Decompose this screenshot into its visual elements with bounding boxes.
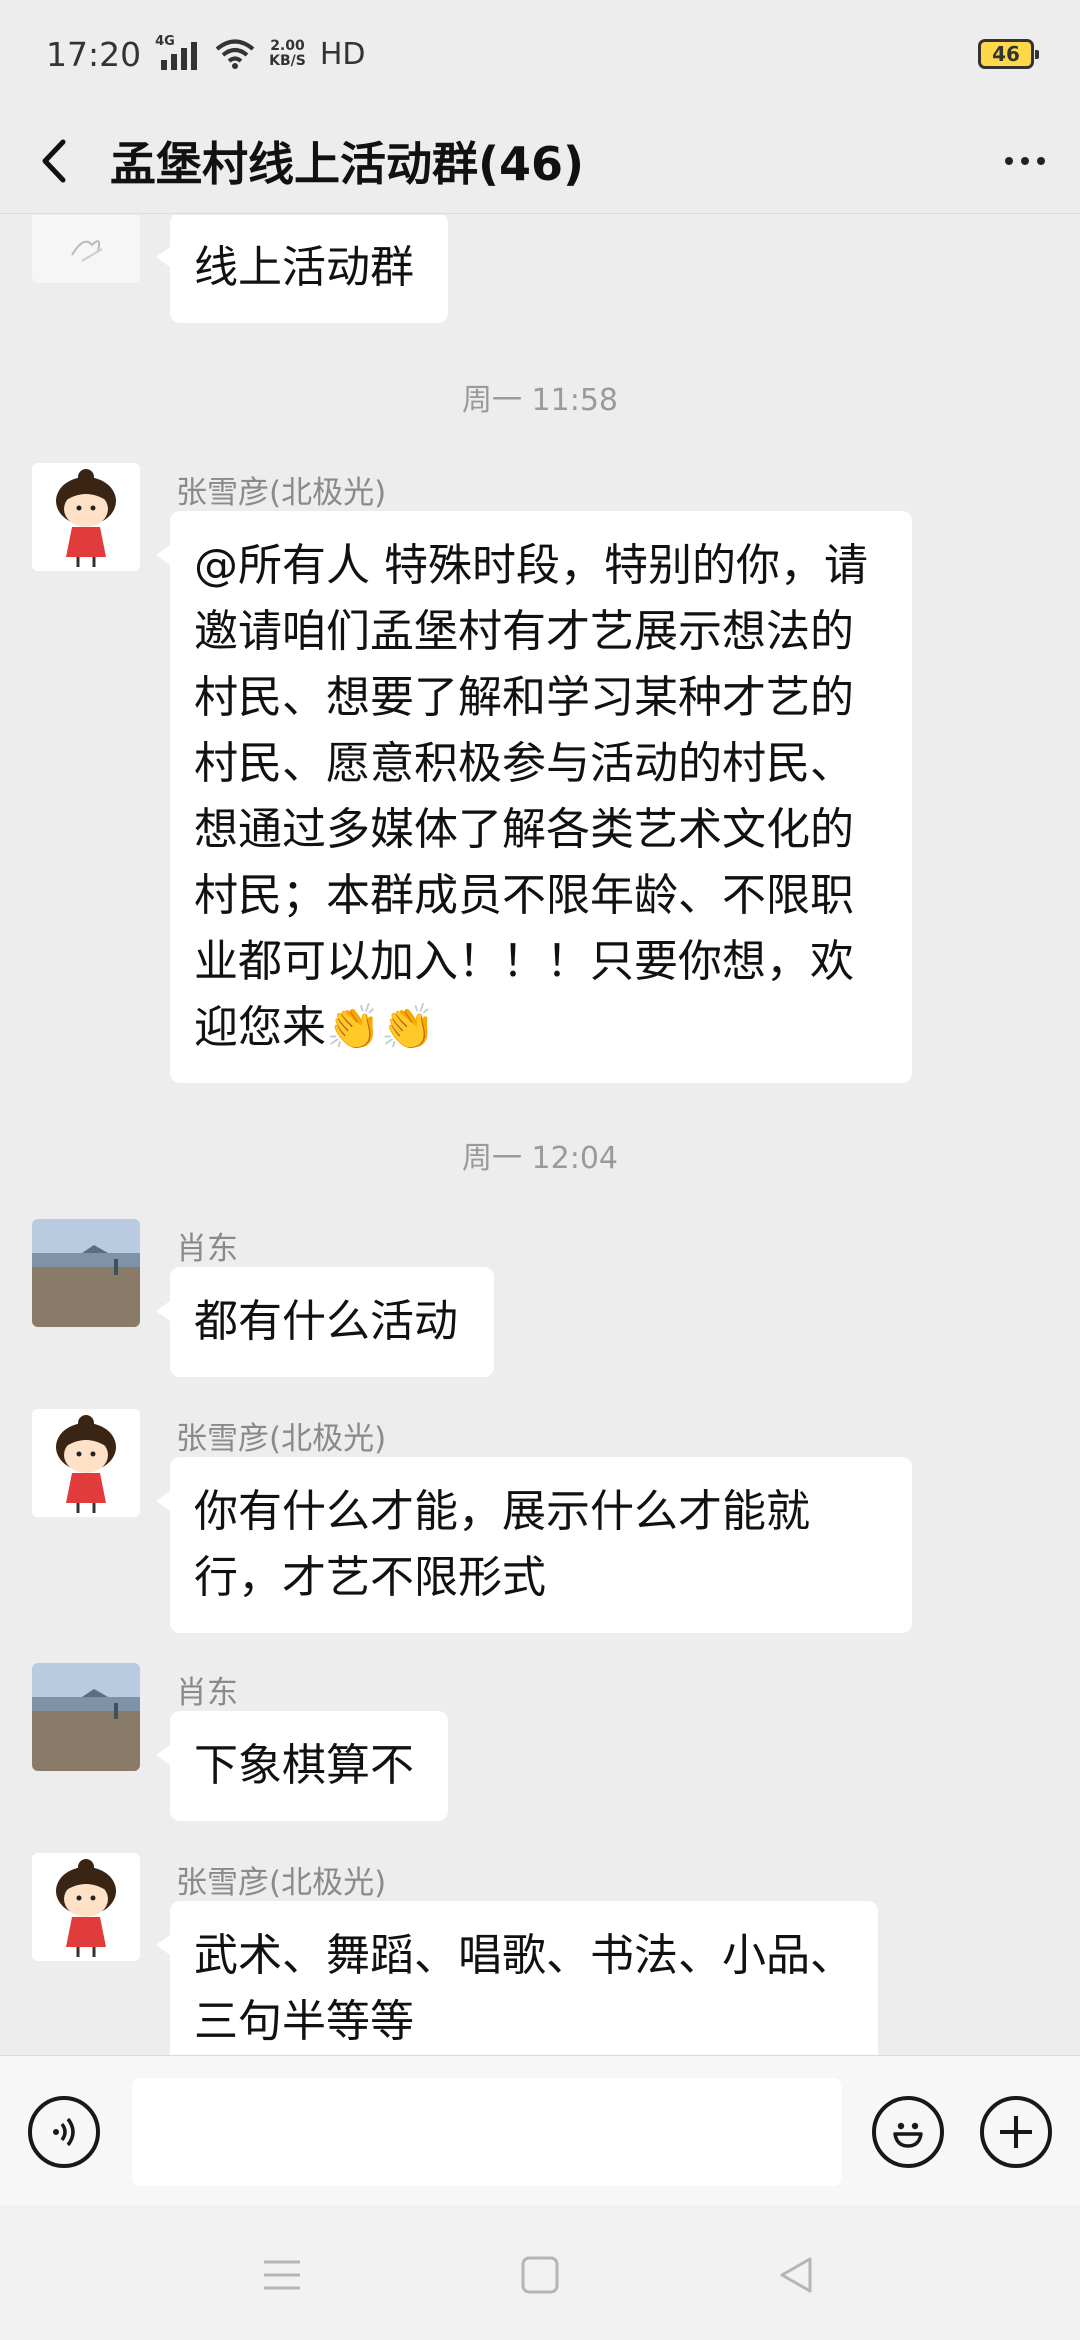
timestamp: 周一 12:04 [462, 1141, 618, 1176]
sender-name: 肖东 [176, 1675, 238, 1711]
menu-icon [264, 2260, 300, 2290]
avatar[interactable] [32, 463, 140, 571]
message-text: 下象棋算不 [194, 1740, 414, 1791]
message-text: 武术、舞蹈、唱歌、书法、小品、三句半等等 [194, 1930, 854, 2047]
more-button[interactable] [970, 108, 1080, 214]
voice-icon [53, 2117, 75, 2147]
input-bar [0, 2055, 1080, 2205]
battery-level: 46 [992, 42, 1020, 66]
more-dots-icon [1005, 156, 1013, 165]
status-bar: 17:20 4G 2.00 KB/S HD 46 [0, 0, 1080, 108]
hd-label: HD [319, 36, 366, 72]
wifi-icon [215, 39, 255, 69]
nav-home-button[interactable] [510, 2245, 570, 2305]
voice-button[interactable] [28, 2096, 100, 2168]
cellular-signal-icon: 4G [155, 34, 201, 70]
message-text: 你有什么才能，展示什么才能就行，才艺不限形式 [194, 1486, 810, 1603]
status-left: 17:20 4G 2.00 KB/S HD [46, 34, 366, 74]
avatar[interactable] [32, 1409, 140, 1517]
message-text: @所有人 特殊时段，特别的你，请邀请咱们孟堡村有才艺展示想法的村民、想要了解和学… [194, 540, 868, 1053]
avatar[interactable] [32, 1663, 140, 1771]
back-triangle-icon [780, 2257, 812, 2293]
nav-back-button[interactable] [766, 2245, 826, 2305]
chat-title: 孟堡村线上活动群(46) [110, 136, 585, 191]
timestamp: 周一 11:58 [462, 383, 618, 418]
message-bubble[interactable]: 武术、舞蹈、唱歌、书法、小品、三句半等等 [156, 1901, 878, 2055]
emoji-icon [893, 2122, 923, 2148]
battery-icon: 46 [978, 39, 1039, 69]
message-bubble[interactable]: @所有人 特殊时段，特别的你，请邀请咱们孟堡村有才艺展示想法的村民、想要了解和学… [156, 511, 912, 1083]
message-bubble[interactable]: 你有什么才能，展示什么才能就行，才艺不限形式 [156, 1457, 912, 1633]
system-nav-bar [0, 2205, 1080, 2340]
message-text: 线上活动群 [194, 242, 414, 293]
emoji-button[interactable] [872, 2096, 944, 2168]
beach-photo-avatar-image [32, 1219, 140, 1327]
back-button[interactable] [0, 108, 110, 214]
network-speed-unit: KB/S [269, 53, 306, 69]
chat-message-list[interactable]: 线上活动群 周一 11:58 张雪彦(北极光) @所有人 特殊时段，特别的你，请… [0, 215, 1080, 2055]
message-bubble[interactable]: 都有什么活动 [156, 1267, 494, 1377]
plus-icon [1000, 2116, 1032, 2148]
chat-header: 孟堡村线上活动群(46) [0, 108, 1080, 214]
sender-name: 张雪彦(北极光) [176, 1865, 387, 1901]
message-input[interactable] [132, 2078, 842, 2186]
cartoon-girl-avatar-image [32, 1409, 140, 1517]
cartoon-girl-avatar-image [32, 1853, 140, 1961]
avatar[interactable] [32, 215, 140, 283]
network-speed: 2.00 KB/S [269, 39, 306, 69]
chevron-left-icon [42, 139, 66, 182]
cartoon-girl-avatar-image [32, 463, 140, 571]
avatar[interactable] [32, 1219, 140, 1327]
beach-photo-avatar-image [32, 1663, 140, 1771]
message-bubble[interactable]: 下象棋算不 [156, 1711, 448, 1821]
sender-name: 张雪彦(北极光) [176, 475, 387, 511]
sender-name: 肖东 [176, 1231, 238, 1267]
status-time: 17:20 [46, 34, 142, 74]
network-speed-value: 2.00 [270, 38, 305, 54]
plus-button[interactable] [980, 2096, 1052, 2168]
avatar[interactable] [32, 1853, 140, 1961]
sketch-avatar-image [71, 240, 103, 262]
sender-name: 张雪彦(北极光) [176, 1421, 387, 1457]
message-text: 都有什么活动 [194, 1296, 458, 1347]
nav-menu-button[interactable] [252, 2245, 312, 2305]
home-icon [521, 2256, 559, 2294]
message-bubble[interactable]: 线上活动群 [156, 215, 448, 323]
